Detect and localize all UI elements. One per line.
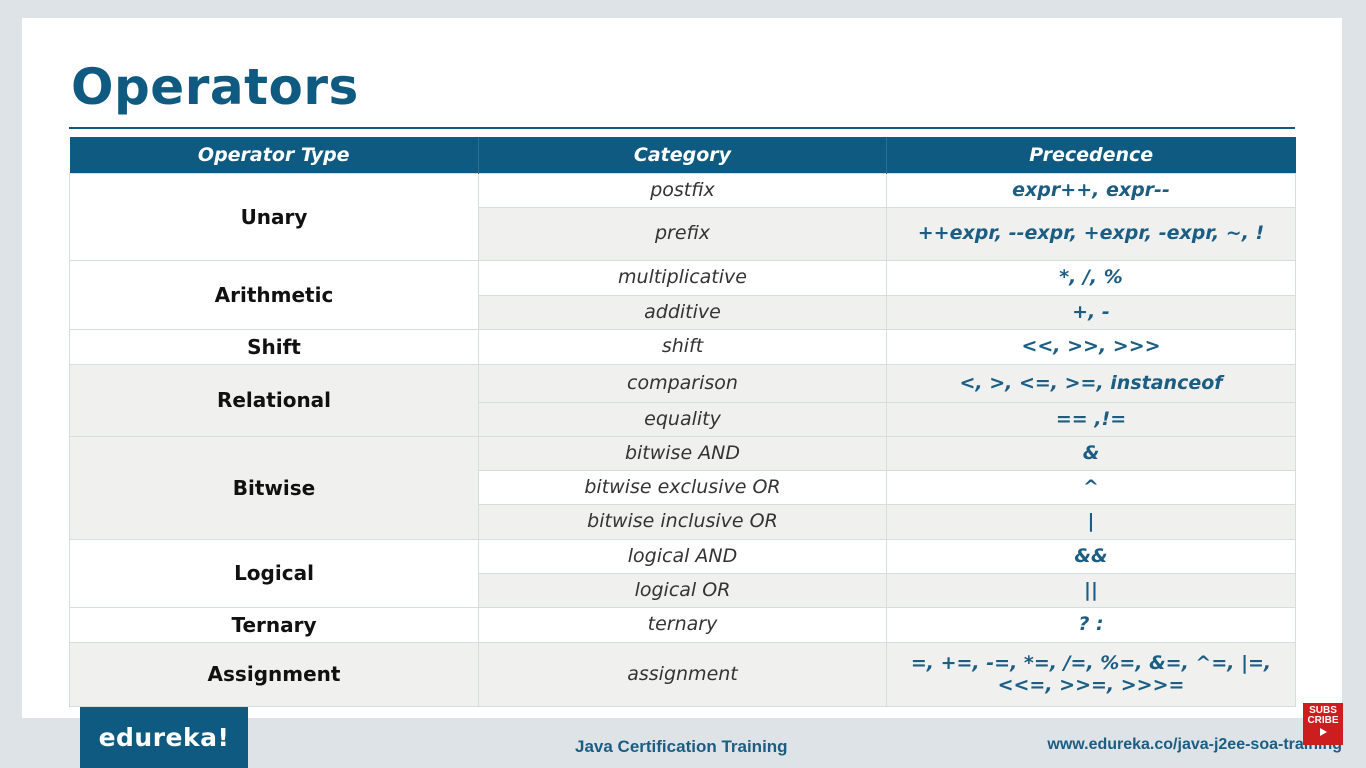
table-row: Logical logical AND && [69, 539, 1296, 608]
precedence-cell: & [886, 436, 1296, 471]
category-cell: logical OR [478, 573, 887, 608]
operator-type-cell: Unary [69, 173, 479, 261]
subscribe-button[interactable]: SUBS CRIBE [1303, 703, 1343, 745]
precedence-cell: == ,!= [886, 402, 1296, 437]
title-underline [69, 127, 1295, 129]
operators-table: Operator Type Category Precedence Unary … [69, 137, 1296, 707]
table-row: Unary postfix expr++, expr-- [69, 173, 1296, 261]
slide-title: Operators [71, 58, 359, 116]
course-url[interactable]: www.edureka.co/java-j2ee-soa-training [1047, 736, 1342, 754]
table-row: Shift shift <<, >>, >>> [69, 329, 1296, 365]
course-title: Java Certification Training [575, 737, 788, 756]
precedence-cell: +, - [886, 295, 1296, 330]
category-cell: additive [478, 295, 887, 330]
category-cell: bitwise exclusive OR [478, 470, 887, 505]
edureka-logo: edureka! [80, 707, 248, 768]
operator-type-cell: Shift [69, 329, 479, 365]
precedence-cell: ++expr, --expr, +expr, -expr, ~, ! [886, 207, 1296, 261]
subscribe-line2: CRIBE [1307, 715, 1339, 726]
category-cell: postfix [478, 173, 887, 208]
table-row: Relational comparison <, >, <=, >=, inst… [69, 364, 1296, 437]
category-cell: logical AND [478, 539, 887, 574]
precedence-cell: expr++, expr-- [886, 173, 1296, 208]
category-cell: assignment [478, 642, 887, 707]
table-row: Arithmetic multiplicative *, /, % [69, 260, 1296, 330]
header-precedence: Precedence [886, 137, 1296, 174]
precedence-cell: <<, >>, >>> [886, 329, 1296, 365]
operator-type-cell: Ternary [69, 607, 479, 643]
header-category: Category [478, 137, 887, 174]
operator-type-cell: Bitwise [69, 436, 479, 540]
precedence-cell: || [886, 573, 1296, 608]
precedence-cell: | [886, 504, 1296, 540]
operator-type-cell: Arithmetic [69, 260, 479, 330]
category-cell: comparison [478, 364, 887, 403]
precedence-cell: <, >, <=, >=, instanceof [886, 364, 1296, 403]
precedence-cell: =, +=, -=, *=, /=, %=, &=, ^=, |=, <<=, … [886, 642, 1296, 707]
category-cell: equality [478, 402, 887, 437]
category-cell: shift [478, 329, 887, 365]
precedence-cell: *, /, % [886, 260, 1296, 296]
table-row: Bitwise bitwise AND & [69, 436, 1296, 540]
operator-type-cell: Relational [69, 364, 479, 437]
table-header-row: Operator Type Category Precedence [69, 137, 1296, 174]
category-cell: prefix [478, 207, 887, 261]
category-cell: bitwise inclusive OR [478, 504, 887, 540]
table-row: Assignment assignment =, +=, -=, *=, /=,… [69, 642, 1296, 707]
category-cell: ternary [478, 607, 887, 643]
category-cell: bitwise AND [478, 436, 887, 471]
operator-type-cell: Logical [69, 539, 479, 608]
precedence-cell: ^ [886, 470, 1296, 505]
table-row: Ternary ternary ? : [69, 607, 1296, 643]
header-operator-type: Operator Type [69, 137, 479, 174]
category-cell: multiplicative [478, 260, 887, 296]
play-icon [1319, 728, 1327, 736]
operator-type-cell: Assignment [69, 642, 479, 707]
precedence-cell: ? : [886, 607, 1296, 643]
precedence-cell: && [886, 539, 1296, 574]
